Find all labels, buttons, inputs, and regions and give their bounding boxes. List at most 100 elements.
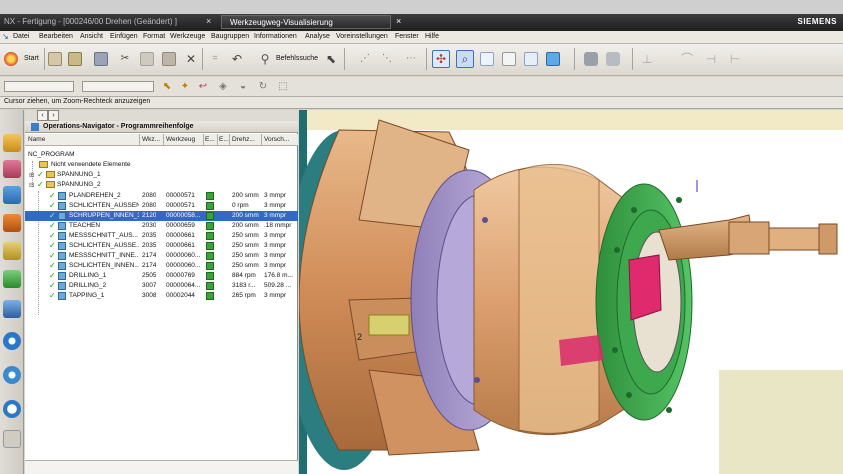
- menu-voreinstellungen[interactable]: Voreinstellungen: [336, 33, 388, 40]
- hd3d-tools-icon[interactable]: [3, 300, 21, 318]
- face-select-icon[interactable]: ◒: [236, 80, 250, 94]
- navigator-horizontal-scrollbar[interactable]: [25, 460, 298, 474]
- operation-row[interactable]: ✓ DRILLING_1 2505 00000769 884 rpm 176.8…: [25, 271, 298, 281]
- window-title[interactable]: NX - Fertigung - [000246/00 Drehen (Geän…: [4, 17, 177, 26]
- tree-row-spannung-1[interactable]: ⊞ ✓ SPANNUNG_1: [25, 170, 298, 180]
- curve-rule-icon[interactable]: ↩: [196, 80, 210, 94]
- reuse-library-icon[interactable]: [3, 270, 21, 288]
- operation-row[interactable]: ✓ PLANDREHEN_2 2080 00000571 200 smm 3 m…: [25, 191, 298, 201]
- constraint-navigator-icon[interactable]: [3, 160, 21, 178]
- paste-icon[interactable]: [162, 52, 176, 66]
- operation-name: SCHRUPPEN_INNEN_3: [69, 212, 139, 219]
- save-icon[interactable]: [94, 52, 108, 66]
- menu-analyse[interactable]: Analyse: [305, 33, 330, 40]
- col-werkzeug[interactable]: Werkzeug: [166, 136, 202, 143]
- open-folder-icon[interactable]: [68, 52, 82, 66]
- menu-informationen[interactable]: Informationen: [254, 33, 297, 40]
- assembly-navigator-icon[interactable]: [3, 134, 21, 152]
- menu-format[interactable]: Format: [143, 33, 165, 40]
- start-button[interactable]: Start: [24, 55, 39, 62]
- tree-row-unused[interactable]: Nicht verwendete Elemente: [25, 160, 298, 170]
- tab-werkzeugweg-visualisierung[interactable]: Werkzeugweg-Visualisierung: [221, 15, 391, 29]
- extend-icon[interactable]: ⊢: [728, 52, 742, 66]
- close-active-tab-icon[interactable]: ×: [396, 16, 401, 26]
- new-file-icon[interactable]: [48, 52, 62, 66]
- operation-row[interactable]: ✓ SCHLICHTEN_AUSSEN 2080 00000571 0 rpm …: [25, 201, 298, 211]
- col-drehzahl[interactable]: Drehz...: [232, 136, 262, 143]
- edge-select-icon[interactable]: ↻: [256, 80, 270, 94]
- nav-left-arrow-icon[interactable]: ‹: [37, 110, 48, 121]
- operation-row[interactable]: ✓ SCHLICHTEN_INNEN... 2174 00000060... 2…: [25, 261, 298, 271]
- col-name[interactable]: Name: [28, 136, 45, 143]
- display-icon[interactable]: [524, 52, 538, 66]
- operation-navigator-icon[interactable]: [3, 214, 21, 232]
- selection-cursor-icon[interactable]: ⬉: [324, 52, 338, 66]
- rectangle-select-icon[interactable]: ⬚: [276, 80, 290, 94]
- operation-row[interactable]: ✓ TEACHEN 2030 00000659 200 smm .18 mmpr: [25, 221, 298, 231]
- menu-datei[interactable]: Datei: [13, 33, 29, 40]
- feature-select-icon[interactable]: ✦: [178, 80, 192, 94]
- menu-baugruppen[interactable]: Baugruppen: [211, 33, 249, 40]
- roles-icon[interactable]: [3, 430, 21, 448]
- body-select-icon[interactable]: ◈: [216, 80, 230, 94]
- cut-icon[interactable]: ✂: [118, 52, 132, 66]
- web-browser-icon[interactable]: [3, 332, 21, 350]
- measure-distance-icon[interactable]: ⊥: [640, 52, 654, 66]
- undo-icon[interactable]: ↶: [230, 52, 244, 66]
- nav-right-arrow-icon[interactable]: ›: [48, 110, 59, 121]
- befehlssuche-button[interactable]: Befehlssuche: [276, 55, 318, 62]
- solid-body-icon[interactable]: [584, 52, 598, 66]
- menu-werkzeuge[interactable]: Werkzeuge: [170, 33, 205, 40]
- snap-point-icon[interactable]: ⋰: [358, 52, 372, 66]
- machine-tool-navigator-icon[interactable]: [3, 242, 21, 260]
- magenta-part: [628, 254, 662, 321]
- col-e2[interactable]: E...: [219, 136, 229, 143]
- repeat-command-icon[interactable]: =: [208, 52, 222, 66]
- col-e1[interactable]: E...: [205, 136, 215, 143]
- operation-row-selected[interactable]: ✓ SCHRUPPEN_INNEN_3 2120 00000058... 200…: [25, 211, 298, 221]
- part-navigator-icon[interactable]: [3, 186, 21, 204]
- lathe-model-view[interactable]: 2: [299, 110, 843, 474]
- befehlssuche-icon[interactable]: ⚲: [258, 52, 272, 66]
- layer-icon[interactable]: [502, 52, 516, 66]
- expand-icon[interactable]: ⊞: [29, 171, 34, 179]
- close-tab-icon[interactable]: ×: [206, 16, 211, 26]
- collapse-icon[interactable]: ⊟: [29, 181, 34, 189]
- trim-icon[interactable]: ⊣: [704, 52, 718, 66]
- operation-row[interactable]: ✓ TAPPING_1 3008 00002044 265 rpm 3 mmpr: [25, 291, 298, 301]
- tree-row-root[interactable]: NC_PROGRAM: [25, 150, 298, 160]
- type-filter-dropdown[interactable]: [4, 81, 74, 92]
- snap-edge-icon[interactable]: ⋱: [380, 52, 394, 66]
- filter-icon[interactable]: ⋯: [404, 52, 418, 66]
- select-arrow-icon[interactable]: ⬉: [160, 80, 174, 94]
- start-icon[interactable]: [4, 52, 18, 66]
- shaded-cube-icon[interactable]: [546, 52, 560, 66]
- menu-bearbeiten[interactable]: Bearbeiten: [39, 33, 73, 40]
- col-vorschub[interactable]: Vorsch...: [264, 136, 296, 143]
- clock-icon[interactable]: [3, 400, 21, 418]
- curve-icon[interactable]: ⌒: [680, 52, 694, 66]
- fit-view-icon[interactable]: ✣: [432, 50, 450, 68]
- navigator-pin-icon[interactable]: [31, 123, 39, 131]
- view-window-icon[interactable]: [480, 52, 494, 66]
- history-icon[interactable]: [3, 366, 21, 384]
- selection-scope-dropdown[interactable]: [82, 81, 154, 92]
- bolt-hole: [474, 377, 480, 383]
- operation-row[interactable]: ✓ SCHLICHTEN_AUSSE... 2035 00000661 250 …: [25, 241, 298, 251]
- operation-row[interactable]: ✓ MESSSCHNITT_INNE... 2174 00000060... 2…: [25, 251, 298, 261]
- toolbar-separator: [202, 48, 203, 70]
- delete-icon[interactable]: ✕: [184, 52, 198, 66]
- graphics-viewport[interactable]: 2: [299, 110, 843, 474]
- wireframe-body-icon[interactable]: [606, 52, 620, 66]
- operation-icon: [58, 242, 66, 250]
- menu-ansicht[interactable]: Ansicht: [80, 33, 103, 40]
- operation-row[interactable]: ✓ MESSSCHNITT_AUS... 2035 00000661 250 s…: [25, 231, 298, 241]
- zoom-icon[interactable]: ⌕: [456, 50, 474, 68]
- menu-fenster[interactable]: Fenster: [395, 33, 419, 40]
- menu-hilfe[interactable]: Hilfe: [425, 33, 439, 40]
- operation-row[interactable]: ✓ DRILLING_2 3007 00000064... 3183 r... …: [25, 281, 298, 291]
- copy-icon[interactable]: [140, 52, 154, 66]
- menu-einfuegen[interactable]: Einfügen: [110, 33, 138, 40]
- tree-row-spannung-2[interactable]: ⊟ ✓ SPANNUNG_2: [25, 180, 298, 190]
- nx-menu-icon[interactable]: ↘: [2, 32, 9, 41]
